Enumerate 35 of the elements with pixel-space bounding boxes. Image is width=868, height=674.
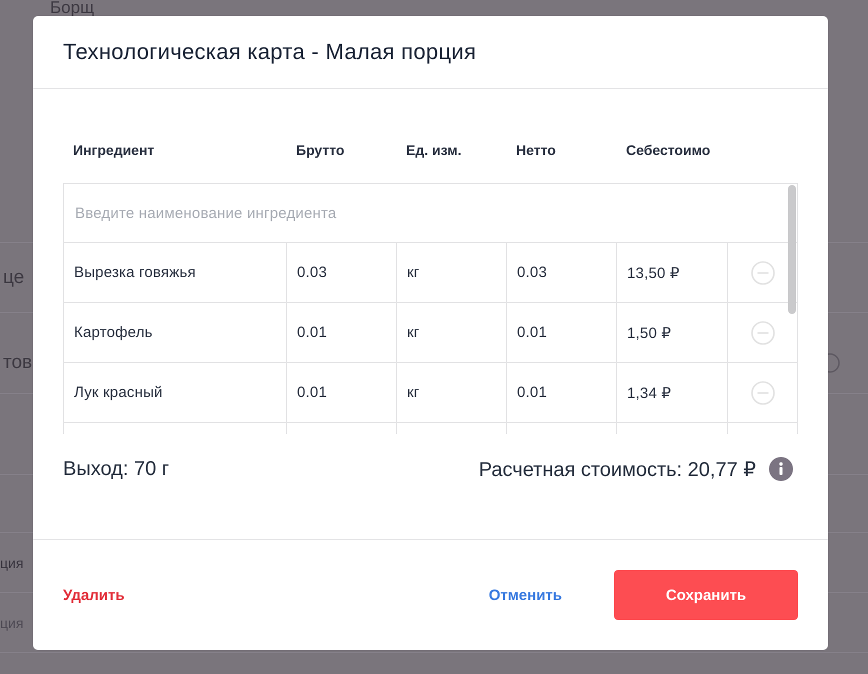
scrollbar-thumb[interactable] [788, 185, 796, 314]
section-heading: тов [3, 352, 32, 374]
table-cell: 0.01 [507, 303, 617, 362]
info-icon[interactable] [769, 457, 793, 481]
table-cell: 13,50 ₽ [617, 243, 728, 302]
remove-icon[interactable] [750, 260, 774, 284]
estimated-cost-text: Расчетная стоимость: 20,77 ₽ [478, 458, 756, 482]
remove-icon[interactable] [750, 320, 774, 344]
delete-button[interactable]: Удалить [63, 586, 125, 604]
cancel-button[interactable]: Отменить [488, 586, 562, 604]
table-cell: 0.01 [287, 363, 397, 422]
dialog-title: Технологическая карта - Малая порция [63, 39, 476, 65]
section-heading: це [3, 266, 24, 288]
column-header: Нетто [515, 142, 557, 158]
table-cell: Картофель [64, 303, 287, 362]
table-cell: 1,34 ₽ [617, 363, 728, 422]
table-cell: кг [397, 303, 507, 362]
table-cell: кг [397, 363, 507, 422]
list-item-label[interactable]: ция [0, 554, 24, 570]
column-header: Брутто [295, 142, 346, 158]
column-header: Себестоимо [625, 142, 712, 158]
yield-text: Выход: 70 г [63, 458, 170, 480]
table-cell: Лук красный [64, 363, 287, 422]
column-header: Ед. изм. [405, 142, 462, 158]
table-cell: кг [397, 243, 507, 302]
column-header: Ингредиент [72, 142, 156, 158]
table-cell: 0.03 [507, 243, 617, 302]
table-cell: 1,50 ₽ [617, 303, 728, 362]
table-cell: 0.03 [287, 243, 397, 302]
save-button[interactable]: Сохранить [614, 570, 798, 620]
page-title: Борщ [50, 0, 94, 16]
table-cell: Вырезка говяжья [64, 243, 287, 302]
table-cell: 0.01 [507, 363, 617, 422]
remove-icon[interactable] [750, 380, 774, 404]
table-cell: 0.01 [287, 303, 397, 362]
